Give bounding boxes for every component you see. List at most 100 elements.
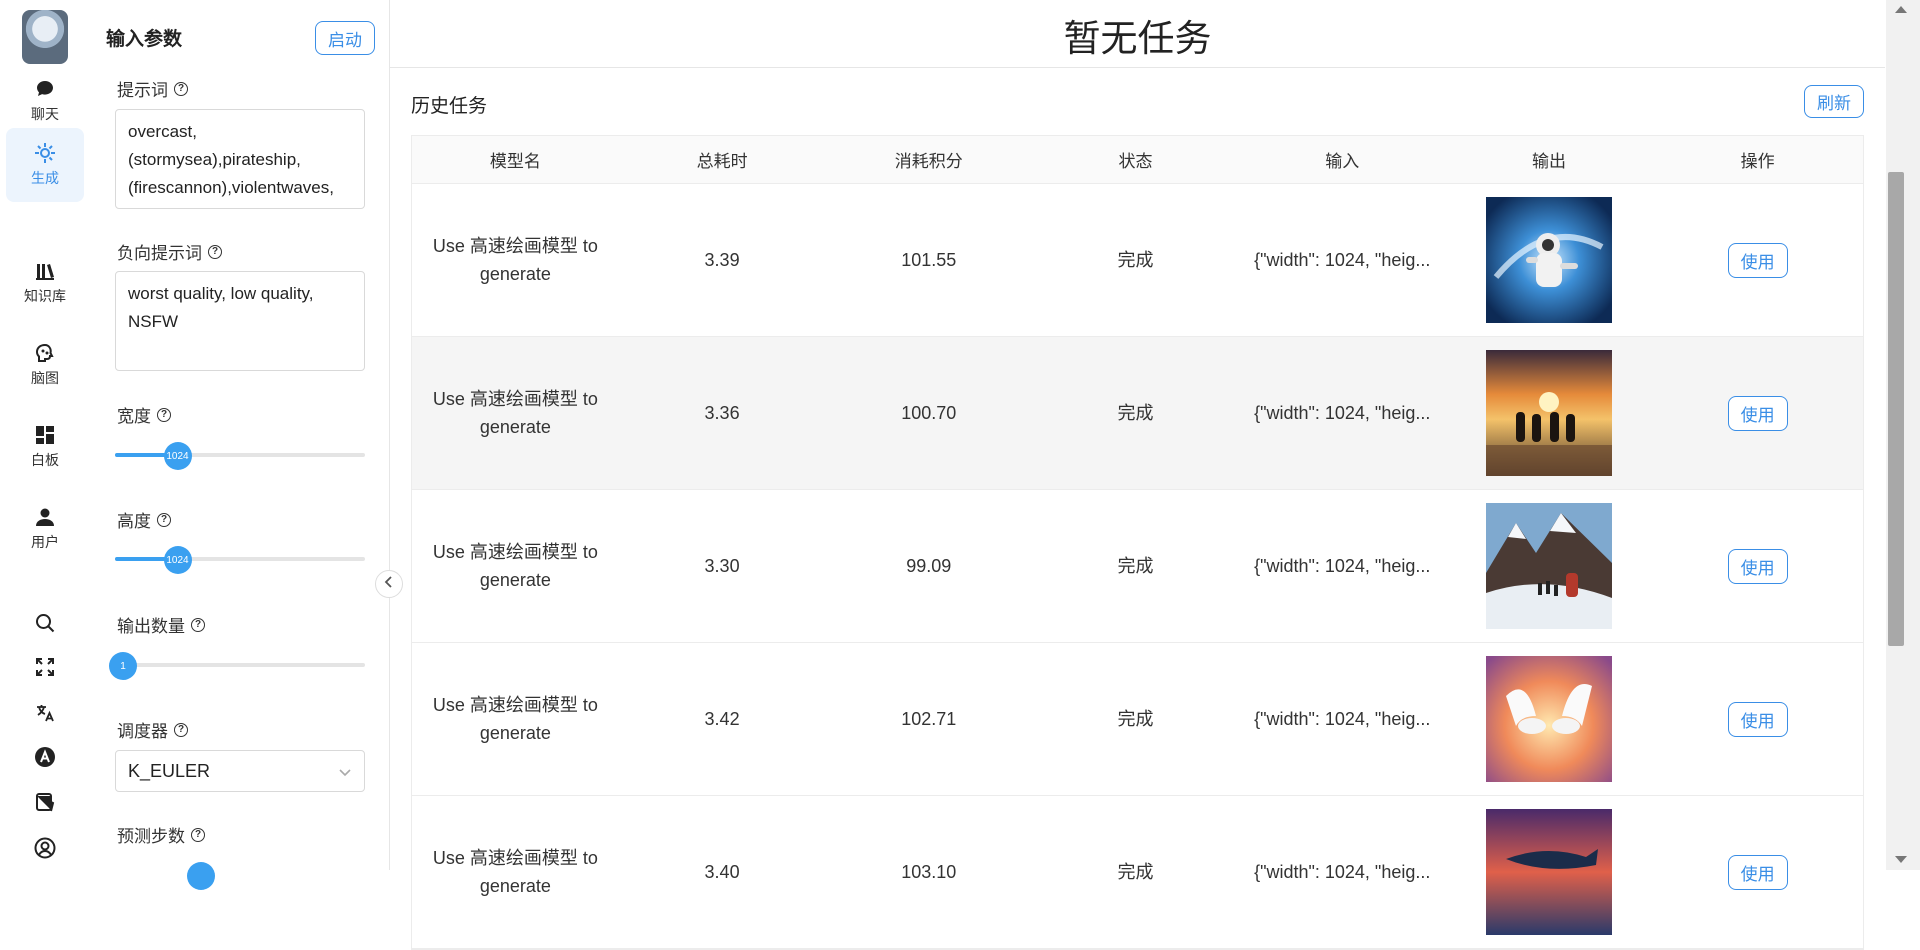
nav-label: 脑图 — [31, 370, 59, 386]
time-cell: 3.30 — [704, 556, 740, 576]
height-label: 高度 ? — [117, 507, 171, 532]
params-panel: 输入参数 启动 提示词 ? overcast, (stormysea),pira… — [90, 0, 390, 890]
nav-item-generate[interactable]: 生成 — [6, 128, 84, 202]
brain-icon — [34, 342, 56, 364]
table-row: Use 高速绘画模型 to generate 3.39 101.55 完成 {"… — [412, 184, 1863, 337]
translate-icon[interactable] — [33, 701, 57, 725]
nav-label: 知识库 — [24, 288, 66, 304]
scheduler-select[interactable]: K_EULER — [115, 750, 365, 792]
action-cell: 使用 — [1652, 796, 1863, 948]
column-header: 操作 — [1740, 152, 1775, 171]
negative-prompt-field[interactable]: worst quality, low quality, NSFW — [115, 271, 365, 371]
output-thumbnail-astronaut[interactable] — [1485, 197, 1612, 323]
status-cell: 完成 — [1117, 403, 1154, 423]
width-slider[interactable]: 1024 — [115, 442, 365, 470]
slider-handle[interactable]: 1024 — [163, 546, 192, 574]
count-label-text: 输出数量 — [117, 617, 185, 636]
nav-rail: 聊天 生成 知识库 脑图 白板 用户 — [0, 0, 90, 870]
help-icon[interactable]: ? — [208, 244, 222, 259]
model-cell: Use 高速绘画模型 to generate — [432, 389, 598, 437]
scroll-up-arrow-icon[interactable] — [1895, 6, 1907, 13]
nav-item-whiteboard[interactable]: 白板 — [6, 410, 84, 484]
refresh-button[interactable]: 刷新 — [1804, 85, 1864, 118]
nav-label: 生成 — [31, 170, 59, 186]
slider-handle[interactable]: 1024 — [163, 442, 192, 470]
history-title: 历史任务 — [411, 96, 488, 117]
nav-item-chat[interactable]: 聊天 — [6, 64, 84, 138]
nav-item-library[interactable]: 知识库 — [6, 246, 84, 320]
action-cell: 使用 — [1652, 184, 1863, 336]
prompt-label: 提示词 ? — [117, 76, 188, 101]
output-thumbnail-whale[interactable] — [1485, 809, 1612, 935]
status-cell: 完成 — [1117, 250, 1154, 270]
nav-item-mindmap[interactable]: 脑图 — [6, 328, 84, 402]
column-header: 总耗时 — [696, 152, 748, 171]
help-icon[interactable]: ? — [157, 407, 171, 422]
help-icon[interactable]: ? — [191, 617, 205, 632]
use-button[interactable]: 使用 — [1727, 548, 1788, 584]
time-cell: 3.39 — [704, 250, 740, 270]
column-header: 输出 — [1531, 152, 1566, 171]
slider-handle[interactable]: 1 — [109, 652, 137, 680]
output-thumbnail-sunset[interactable] — [1485, 350, 1612, 476]
input-cell: {"width": 1024, "heig... — [1254, 862, 1431, 882]
table-header: 模型名 总耗时 消耗积分 状态 输入 输出 操作 — [412, 136, 1863, 184]
scroll-down-arrow-icon[interactable] — [1895, 856, 1907, 863]
status-cell: 完成 — [1117, 556, 1154, 576]
output-cell — [1446, 643, 1653, 795]
use-button[interactable]: 使用 — [1727, 701, 1788, 737]
font-icon[interactable] — [33, 745, 57, 769]
main-area: 暂无任务 历史任务 刷新 模型名 总耗时 消耗积分 状态 输入 输出 操作 Us… — [390, 0, 1885, 950]
input-cell: {"width": 1024, "heig... — [1254, 403, 1431, 423]
chevron-down-icon — [338, 761, 352, 782]
negative-prompt-label: 负向提示词 ? — [117, 239, 222, 264]
account-icon[interactable] — [33, 836, 57, 860]
generate-icon — [34, 142, 56, 164]
app-avatar[interactable] — [22, 10, 68, 64]
action-cell: 使用 — [1652, 490, 1863, 642]
use-button[interactable]: 使用 — [1727, 242, 1788, 278]
steps-label-text: 预测步数 — [117, 827, 185, 846]
points-cell: 100.70 — [901, 403, 957, 423]
help-icon[interactable]: ? — [157, 512, 171, 527]
scrollbar-thumb[interactable] — [1888, 172, 1904, 646]
scheduler-label: 调度器 ? — [117, 717, 188, 742]
input-cell: {"width": 1024, "heig... — [1254, 250, 1431, 270]
table-row: Use 高速绘画模型 to generate 3.40 103.10 完成 {"… — [412, 796, 1863, 949]
nav-item-user[interactable]: 用户 — [6, 492, 84, 566]
negative-label-text: 负向提示词 — [117, 244, 202, 263]
input-cell: {"width": 1024, "heig... — [1254, 709, 1431, 729]
count-slider[interactable]: 1 — [109, 652, 365, 680]
history-table: 模型名 总耗时 消耗积分 状态 输入 输出 操作 Use 高速绘画模型 to g… — [411, 135, 1864, 950]
search-icon[interactable] — [33, 611, 57, 635]
points-cell: 101.55 — [901, 250, 957, 270]
use-button[interactable]: 使用 — [1727, 854, 1788, 890]
output-cell — [1446, 796, 1653, 948]
output-cell — [1446, 337, 1653, 489]
theme-icon[interactable] — [33, 790, 57, 814]
model-cell: Use 高速绘画模型 to generate — [432, 848, 598, 896]
output-thumbnail-doves[interactable] — [1485, 656, 1612, 782]
help-icon[interactable]: ? — [174, 722, 188, 737]
start-button[interactable]: 启动 — [315, 21, 375, 55]
use-button[interactable]: 使用 — [1727, 395, 1788, 431]
help-icon[interactable]: ? — [191, 827, 205, 842]
help-icon[interactable]: ? — [174, 81, 188, 96]
width-label-text: 宽度 — [117, 407, 151, 426]
output-thumbnail-mountain[interactable] — [1485, 503, 1612, 629]
slider-rail — [115, 663, 365, 667]
output-cell — [1446, 490, 1653, 642]
height-slider[interactable]: 1024 — [115, 546, 365, 574]
action-cell: 使用 — [1652, 643, 1863, 795]
model-cell: Use 高速绘画模型 to generate — [432, 236, 598, 284]
fullscreen-icon[interactable] — [33, 655, 57, 679]
nav-label: 聊天 — [31, 106, 59, 122]
output-cell — [1446, 184, 1653, 336]
time-cell: 3.36 — [704, 403, 740, 423]
status-cell: 完成 — [1117, 709, 1154, 729]
steps-slider-handle[interactable] — [187, 862, 215, 890]
height-label-text: 高度 — [117, 512, 151, 531]
nav-label: 白板 — [31, 452, 59, 468]
prompt-field[interactable]: overcast, (stormysea),pirateship, (fires… — [115, 109, 365, 209]
column-header: 输入 — [1325, 152, 1360, 171]
